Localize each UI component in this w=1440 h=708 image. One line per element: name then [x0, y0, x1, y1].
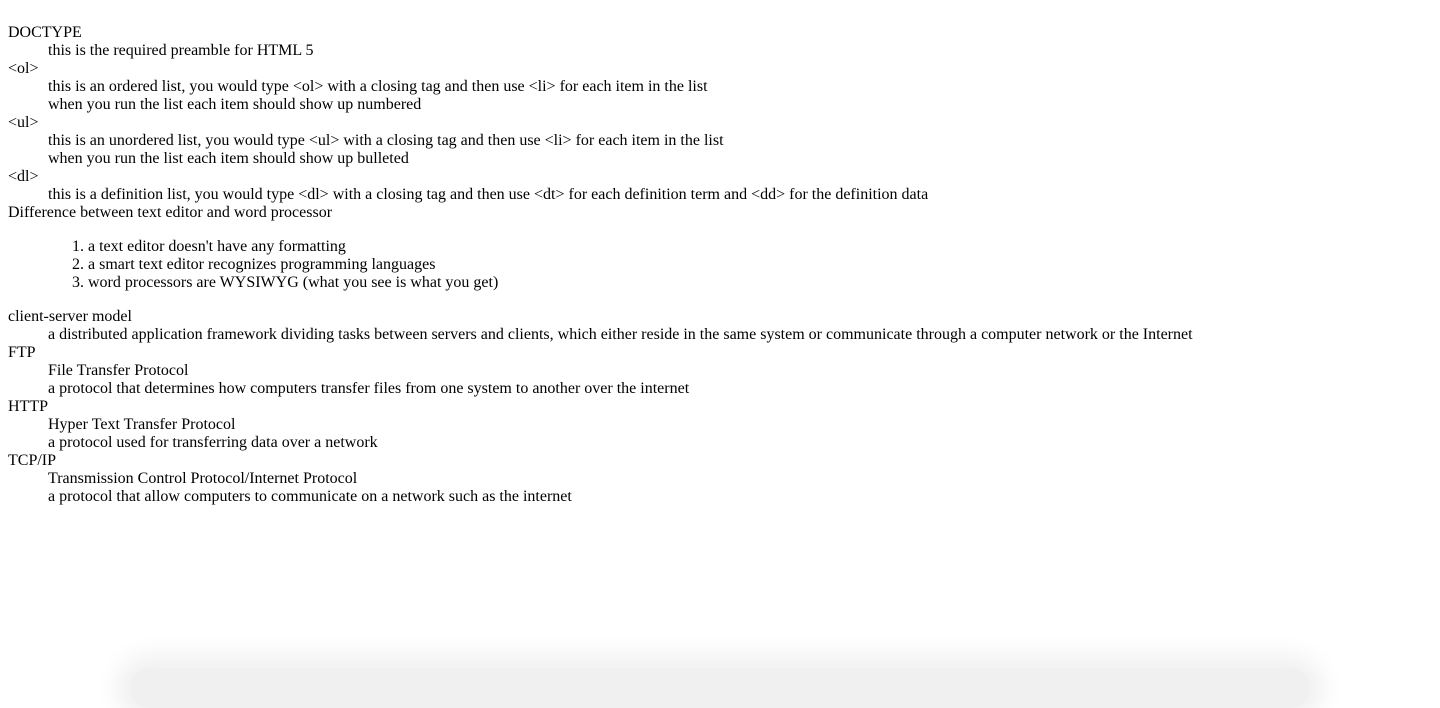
term: <ol> — [8, 60, 39, 77]
description: File Transfer Protocol — [48, 362, 189, 379]
term: Difference between text editor and word … — [8, 204, 333, 221]
description: when you run the list each item should s… — [48, 150, 409, 167]
description: Transmission Control Protocol/Internet P… — [48, 470, 358, 487]
list-item: a smart text editor recognizes programmi… — [88, 256, 1432, 274]
description: this is an unordered list, you would typ… — [48, 132, 724, 149]
page-content: DOCTYPE this is the required preamble fo… — [0, 0, 1440, 530]
term: client-server model — [8, 308, 132, 325]
term: TCP/IP — [8, 452, 57, 469]
definition-list: DOCTYPE this is the required preamble fo… — [8, 24, 1432, 506]
description: when you run the list each item should s… — [48, 96, 422, 113]
description: this is an ordered list, you would type … — [48, 78, 708, 95]
bottom-overlay-shadow — [130, 668, 1310, 708]
description: a text editor doesn't have any formattin… — [48, 238, 1432, 292]
ordered-list: a text editor doesn't have any formattin… — [48, 238, 1432, 292]
list-item: word processors are WYSIWYG (what you se… — [88, 274, 1432, 292]
list-item: a text editor doesn't have any formattin… — [88, 238, 1432, 256]
description: this is the required preamble for HTML 5 — [48, 42, 314, 59]
description: Hyper Text Transfer Protocol — [48, 416, 236, 433]
description: this is a definition list, you would typ… — [48, 186, 929, 203]
term: HTTP — [8, 398, 48, 415]
description: a protocol that allow computers to commu… — [48, 488, 572, 505]
description: a protocol used for transferring data ov… — [48, 434, 378, 451]
term: <dl> — [8, 168, 39, 185]
term: FTP — [8, 344, 36, 361]
description: a protocol that determines how computers… — [48, 380, 690, 397]
description: a distributed application framework divi… — [48, 326, 1193, 343]
term: DOCTYPE — [8, 24, 82, 41]
term: <ul> — [8, 114, 39, 131]
